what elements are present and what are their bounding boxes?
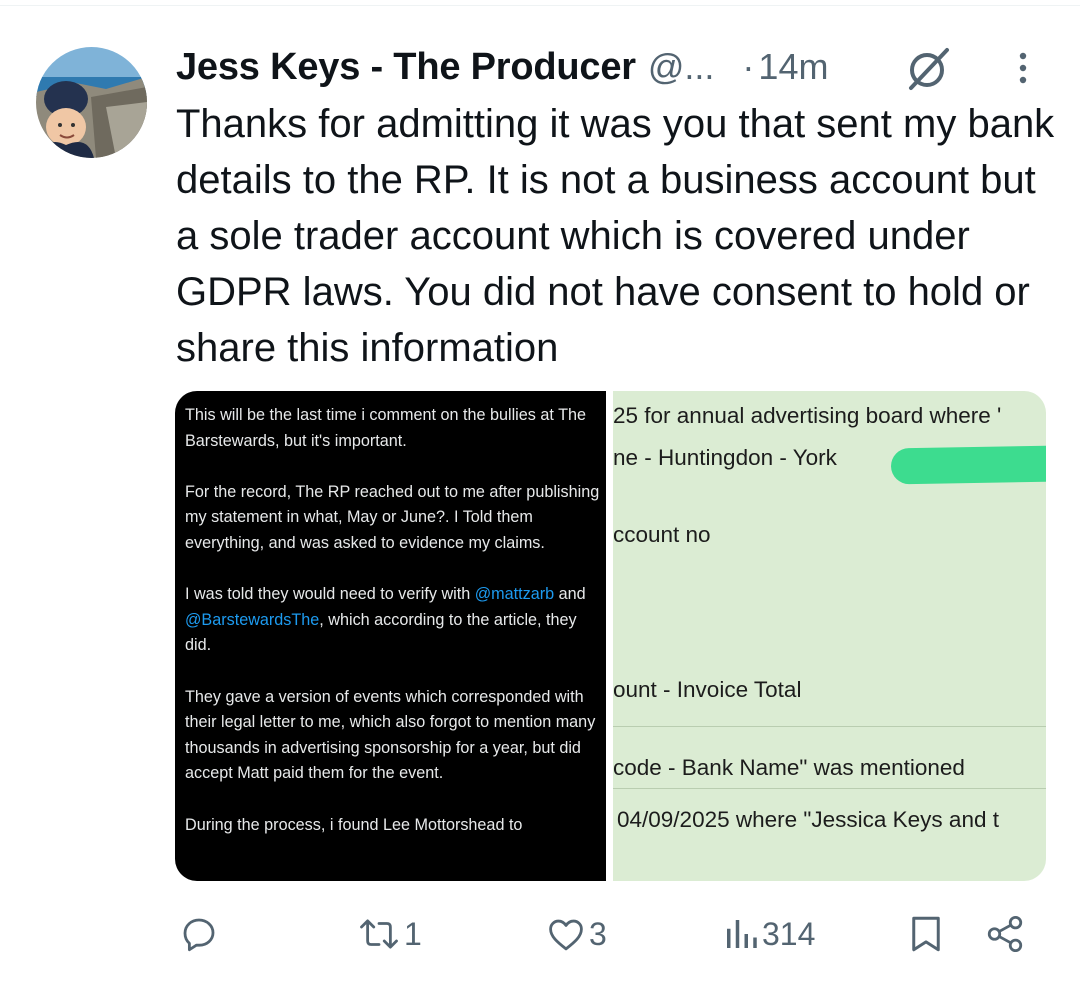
repost-icon bbox=[360, 919, 398, 949]
doc-line: code - Bank Name" was mentioned bbox=[613, 755, 965, 780]
views-button[interactable]: 314 bbox=[722, 913, 815, 955]
doc-line: 04/09/2025 where "Jessica Keys and t bbox=[617, 807, 999, 832]
media-image-right[interactable]: 25 for annual advertising board where ' … bbox=[613, 391, 1046, 881]
share-icon bbox=[987, 915, 1023, 953]
post-paragraph: For the record, The RP reached out to me… bbox=[185, 482, 600, 552]
doc-line: ount - Invoice Total bbox=[613, 677, 802, 702]
avatar[interactable] bbox=[36, 47, 147, 158]
post-text: I was told they would need to verify wit… bbox=[185, 585, 471, 604]
doc-line: ccount no bbox=[613, 522, 711, 547]
post-paragraph: During the process, i found Lee Mottorsh… bbox=[185, 815, 523, 834]
reply-icon bbox=[183, 918, 215, 952]
post-paragraph: I was told they would need to verify wit… bbox=[185, 582, 603, 659]
views-icon bbox=[727, 920, 757, 948]
post-text: and bbox=[558, 585, 586, 604]
media-image-left[interactable]: This will be the last time i comment on … bbox=[175, 391, 606, 881]
bookmark-button[interactable] bbox=[906, 913, 946, 955]
repost-count: 1 bbox=[404, 915, 422, 952]
repost-button[interactable]: 1 bbox=[356, 913, 422, 955]
separator-dot: · bbox=[742, 46, 755, 87]
doc-divider bbox=[613, 726, 1046, 727]
top-divider bbox=[0, 5, 1080, 6]
timestamp[interactable]: 14m bbox=[758, 46, 828, 88]
bookmark-icon bbox=[912, 916, 940, 952]
grok-icon[interactable] bbox=[905, 44, 953, 92]
mention-link: @BarstewardsThe bbox=[185, 610, 320, 629]
handle[interactable]: @... bbox=[648, 46, 715, 88]
media-grid[interactable]: This will be the last time i comment on … bbox=[175, 391, 1046, 881]
doc-line: ne - Huntingdon - York bbox=[613, 445, 837, 470]
reply-button[interactable] bbox=[178, 913, 220, 955]
doc-divider bbox=[613, 788, 1046, 789]
action-bar: 1 3 314 bbox=[0, 905, 1080, 965]
redaction-mark bbox=[890, 445, 1046, 485]
post-paragraph: They gave a version of events which corr… bbox=[185, 687, 596, 783]
share-button[interactable] bbox=[984, 913, 1026, 955]
avatar-photo bbox=[36, 47, 147, 158]
tweet-header: Jess Keys - The Producer @... · 14m bbox=[176, 38, 828, 96]
heart-icon bbox=[549, 919, 583, 951]
post-paragraph: This will be the last time i comment on … bbox=[185, 406, 586, 450]
mention-link: @mattzarb bbox=[474, 585, 555, 604]
doc-line: 25 for annual advertising board where ' bbox=[613, 403, 1002, 428]
like-count: 3 bbox=[589, 915, 607, 952]
display-name[interactable]: Jess Keys - The Producer bbox=[176, 46, 636, 89]
more-options-icon[interactable] bbox=[1008, 48, 1038, 88]
tweet-text: Thanks for admitting it was you that sen… bbox=[176, 102, 1055, 370]
views-count: 314 bbox=[762, 915, 816, 952]
like-button[interactable]: 3 bbox=[545, 913, 607, 955]
